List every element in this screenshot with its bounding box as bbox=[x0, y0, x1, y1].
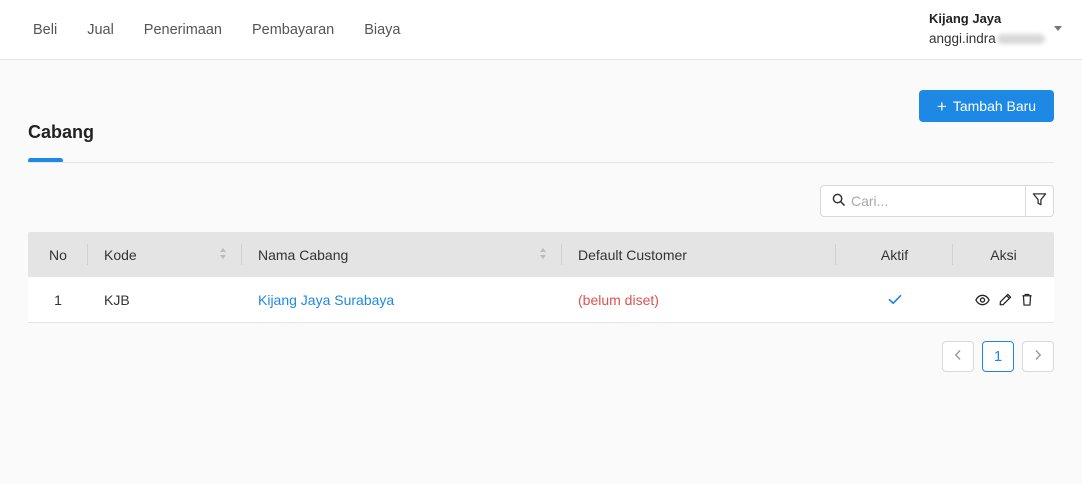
page-title: Cabang bbox=[28, 122, 95, 142]
chevron-left-icon bbox=[954, 348, 962, 365]
divider bbox=[28, 162, 1054, 163]
filter-button[interactable] bbox=[1025, 185, 1054, 217]
column-header-aktif-label: Aktif bbox=[880, 246, 909, 263]
plus-icon: + bbox=[936, 96, 947, 116]
table-header: No Kode Nama Cabang Default Customer Akt… bbox=[28, 232, 1054, 277]
user-company: Kijang Jaya bbox=[929, 11, 1002, 26]
nav-item-penerimaan[interactable]: Penerimaan bbox=[129, 22, 237, 38]
view-icon[interactable] bbox=[974, 294, 990, 306]
column-header-no-label: No bbox=[49, 246, 67, 263]
cell-kode: KJB bbox=[104, 291, 130, 308]
add-new-button[interactable]: + Tambah Baru bbox=[919, 90, 1054, 122]
delete-icon[interactable] bbox=[1021, 293, 1033, 306]
add-new-label: Tambah Baru bbox=[952, 98, 1037, 114]
top-navbar: Beli Jual Penerimaan Pembayaran Biaya Ki… bbox=[0, 0, 1082, 60]
pagination-page-1[interactable]: 1 bbox=[982, 341, 1014, 372]
sort-icon[interactable] bbox=[540, 248, 546, 259]
column-header-kode-label: Kode bbox=[104, 246, 137, 263]
column-header-nama-cabang[interactable]: Nama Cabang bbox=[242, 232, 562, 277]
column-header-aktif: Aktif bbox=[836, 232, 953, 277]
check-icon bbox=[888, 292, 902, 308]
edit-icon[interactable] bbox=[999, 293, 1012, 306]
main-nav: Beli Jual Penerimaan Pembayaran Biaya bbox=[18, 0, 415, 60]
nav-item-biaya[interactable]: Biaya bbox=[349, 22, 415, 38]
table-row: 1 KJB Kijang Jaya Surabaya (belum diset) bbox=[28, 277, 1054, 323]
column-header-default-customer-label: Default Customer bbox=[578, 246, 687, 263]
chevron-right-icon bbox=[1034, 348, 1042, 365]
nav-item-jual[interactable]: Jual bbox=[72, 22, 129, 38]
branch-name-link[interactable]: Kijang Jaya Surabaya bbox=[258, 292, 394, 308]
filter-icon bbox=[1032, 192, 1047, 210]
column-header-aksi: Aksi bbox=[953, 232, 1054, 277]
default-customer-value: (belum diset) bbox=[578, 291, 659, 308]
search-input[interactable] bbox=[851, 193, 1011, 209]
sort-icon[interactable] bbox=[220, 248, 226, 259]
search-icon bbox=[832, 193, 845, 209]
column-header-nama-cabang-label: Nama Cabang bbox=[258, 246, 349, 263]
column-header-kode[interactable]: Kode bbox=[88, 232, 242, 277]
nav-item-pembayaran[interactable]: Pembayaran bbox=[237, 22, 349, 38]
row-actions bbox=[974, 293, 1033, 306]
column-header-default-customer: Default Customer bbox=[562, 232, 836, 277]
redacted-email-domain bbox=[996, 34, 1045, 44]
pagination-next-button[interactable] bbox=[1022, 341, 1054, 372]
caret-down-icon[interactable] bbox=[1054, 26, 1062, 31]
nav-item-beli[interactable]: Beli bbox=[18, 22, 72, 38]
column-header-aksi-label: Aksi bbox=[990, 246, 1017, 263]
column-header-no: No bbox=[28, 232, 88, 277]
search-box bbox=[820, 185, 1026, 217]
user-email: anggi.indra bbox=[929, 31, 996, 46]
pagination-prev-button[interactable] bbox=[942, 341, 974, 372]
cell-no: 1 bbox=[54, 291, 62, 308]
branch-table: No Kode Nama Cabang Default Customer Akt… bbox=[28, 232, 1054, 323]
user-menu[interactable]: Kijang Jaya anggi.indra bbox=[929, 10, 1045, 50]
